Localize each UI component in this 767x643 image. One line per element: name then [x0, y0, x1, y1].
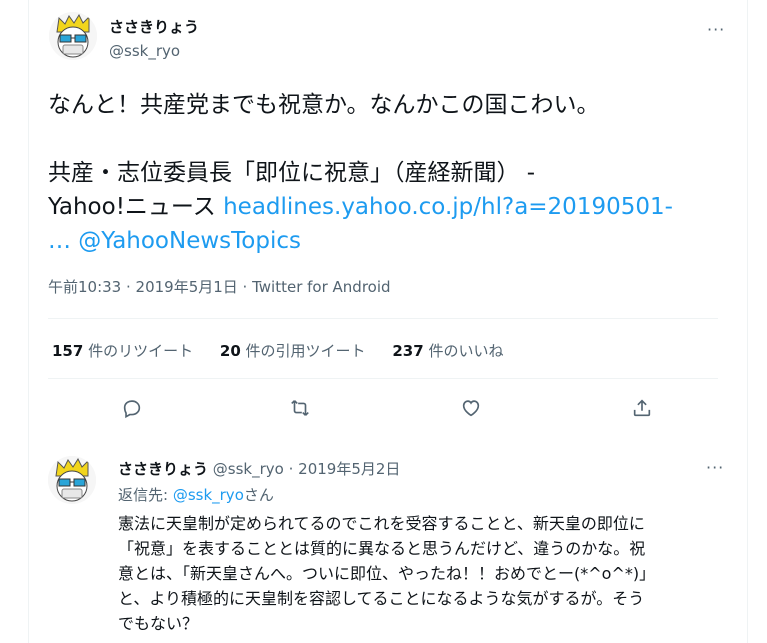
retweets-label[interactable]: 件のリツイート: [88, 342, 193, 360]
retweets-count[interactable]: 157: [52, 342, 83, 360]
tweet-timestamp[interactable]: 午前10:33 · 2019年5月1日 · Twitter for Androi…: [48, 276, 391, 297]
tweet-line-1: なんと！共産党までも祝意か。なんかこの国こわい。: [48, 92, 600, 118]
divider: [48, 318, 718, 319]
tweet-line-3: Yahoo!ニュース headlines.yahoo.co.jp/hl?a=20…: [48, 190, 673, 224]
author-handle[interactable]: @ssk_ryo: [213, 460, 284, 478]
reply-line: でもない？: [118, 614, 199, 633]
tweet-line-2: 共産・志位委員長「即位に祝意」（産経新聞） -: [48, 160, 536, 186]
likes-label[interactable]: 件のいいね: [428, 342, 503, 360]
reply-header: ささきりょう @ssk_ryo · 2019年5月2日: [118, 458, 400, 479]
author-name[interactable]: ささきりょう: [109, 16, 199, 37]
replying-handle[interactable]: @ssk_ryo: [173, 486, 244, 504]
author-handle[interactable]: @ssk_ryo: [109, 42, 180, 60]
reply-line: 「祝意」を表することとは質的に異なると思うんだけど、違うのかな。祝: [118, 539, 646, 558]
author-name[interactable]: ささきりょう: [118, 460, 208, 478]
reply-line: 憲法に天皇制が定められてるのでこれを受容することと、新天皇の即位に: [118, 514, 645, 533]
replying-to: 返信先: @ssk_ryoさん: [118, 484, 274, 505]
retweet-icon[interactable]: [282, 390, 318, 426]
reply-icon[interactable]: [114, 390, 150, 426]
heart-icon[interactable]: [453, 390, 489, 426]
divider: [48, 378, 718, 379]
likes-count[interactable]: 237: [392, 342, 423, 360]
share-icon[interactable]: [624, 390, 660, 426]
reply-line: と、より積極的に天皇制を容認してることになるような気がするが。そう: [118, 589, 645, 608]
tweet-text-yahoo: Yahoo!ニュース: [48, 194, 224, 220]
quotes-count[interactable]: 20: [220, 342, 241, 360]
reply-date[interactable]: · 2019年5月2日: [289, 460, 401, 478]
tweet-link-url[interactable]: headlines.yahoo.co.jp/hl?a=20190501-: [223, 194, 673, 220]
replying-prefix: 返信先:: [118, 486, 173, 504]
reply-line: 意とは、「新天皇さんへ。ついに即位、やったね！！おめでとー(*^o^*)」: [118, 564, 656, 583]
tweet-stats: 157 件のリツイート 20 件の引用ツイート 237 件のいいね: [52, 340, 525, 361]
more-options-icon[interactable]: ···: [707, 20, 725, 39]
quotes-label[interactable]: 件の引用ツイート: [246, 342, 366, 360]
more-options-icon[interactable]: ···: [706, 458, 724, 477]
reply-text: 憲法に天皇制が定められてるのでこれを受容することと、新天皇の即位に 「祝意」を表…: [118, 511, 728, 636]
avatar[interactable]: [49, 12, 97, 60]
avatar[interactable]: [48, 456, 96, 504]
replying-suffix: さん: [243, 486, 274, 504]
tweet-link-mention[interactable]: … @YahooNewsTopics: [48, 224, 301, 258]
